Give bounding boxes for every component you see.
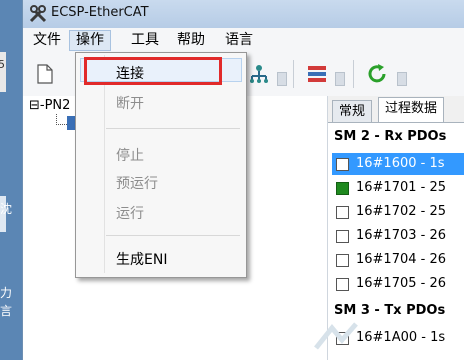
pdo-checkbox[interactable] bbox=[336, 182, 349, 195]
dropdown-arrow-icon[interactable] bbox=[397, 72, 407, 86]
pdo-row[interactable]: 16#1702 - 25 bbox=[332, 201, 464, 223]
title-bar: ECSP-EtherCAT bbox=[23, 0, 464, 28]
menu-item-run[interactable]: 运行 bbox=[116, 203, 144, 223]
pdo-checkbox[interactable] bbox=[336, 206, 349, 219]
app-tools-icon bbox=[29, 5, 47, 23]
annotation-highlight-box bbox=[84, 57, 222, 85]
pdo-label: 16#1705 - 26 bbox=[356, 276, 447, 291]
menu-language[interactable]: 语言 bbox=[219, 31, 259, 49]
desktop-text: 5 bbox=[0, 58, 5, 71]
menu-file[interactable]: 文件 bbox=[27, 31, 67, 49]
menu-gutter bbox=[104, 55, 105, 273]
pdo-label: 16#1600 - 1s bbox=[356, 156, 445, 171]
watermark-logo-icon bbox=[314, 322, 358, 350]
pdo-row[interactable]: 16#1705 - 26 bbox=[332, 273, 464, 295]
menu-item-pre-run[interactable]: 预运行 bbox=[116, 173, 158, 193]
pdo-label: 16#1704 - 26 bbox=[356, 252, 447, 267]
desktop-char: 力 bbox=[0, 286, 13, 300]
network-icon[interactable] bbox=[247, 62, 271, 86]
menu-item-disconnect[interactable]: 断开 bbox=[116, 93, 144, 113]
menu-bar: 文件 操作 工具 帮助 语言 bbox=[23, 28, 464, 53]
menu-item-generate-eni[interactable]: 生成ENI bbox=[116, 249, 167, 269]
collapse-icon[interactable]: ⊟- bbox=[29, 98, 45, 113]
pdo-checkbox[interactable] bbox=[336, 278, 349, 291]
tree-connector bbox=[56, 114, 67, 125]
pdo-checkbox[interactable] bbox=[336, 158, 349, 171]
desktop-char: 言 bbox=[0, 304, 13, 318]
window-title: ECSP-EtherCAT bbox=[51, 5, 149, 20]
new-file-icon[interactable] bbox=[33, 62, 57, 86]
menu-separator bbox=[106, 235, 240, 236]
menu-separator bbox=[106, 128, 240, 129]
pdo-row[interactable]: 16#1701 - 25 bbox=[332, 177, 464, 199]
sm2-header: SM 2 - Rx PDOs bbox=[334, 129, 447, 144]
operation-dropdown-menu: 连接 断开 停止 预运行 运行 生成ENI bbox=[75, 52, 247, 278]
pdo-label: 16#1701 - 25 bbox=[356, 180, 447, 195]
menu-help[interactable]: 帮助 bbox=[171, 31, 211, 49]
dropdown-arrow-icon[interactable] bbox=[335, 72, 345, 86]
pdo-label: 16#1702 - 25 bbox=[356, 204, 447, 219]
tree-root-label: PN2 bbox=[44, 98, 71, 113]
toolbar-separator bbox=[293, 60, 294, 88]
pdo-row[interactable]: 16#1704 - 26 bbox=[332, 249, 464, 271]
tab-process-data[interactable]: 过程数据 bbox=[378, 97, 445, 123]
menu-item-stop[interactable]: 停止 bbox=[116, 145, 144, 165]
pdo-label: 16#1703 - 26 bbox=[356, 228, 447, 243]
pdo-row[interactable]: 16#1703 - 26 bbox=[332, 225, 464, 247]
desktop-char: 沈 bbox=[0, 202, 13, 216]
dropdown-arrow-icon[interactable] bbox=[277, 72, 287, 86]
menu-tools[interactable]: 工具 bbox=[125, 31, 165, 49]
sm3-header: SM 3 - Tx PDOs bbox=[334, 303, 446, 318]
pdo-checkbox[interactable] bbox=[336, 254, 349, 267]
pdo-row[interactable]: 16#1600 - 1s bbox=[332, 153, 464, 175]
refresh-icon[interactable] bbox=[365, 62, 389, 86]
desktop-background: 5 沈 力 言 bbox=[0, 0, 24, 360]
config-icon[interactable] bbox=[305, 62, 329, 86]
toolbar-separator bbox=[353, 60, 354, 88]
pdo-checkbox[interactable] bbox=[336, 230, 349, 243]
menu-operation[interactable]: 操作 bbox=[69, 30, 111, 51]
tab-general[interactable]: 常规 bbox=[332, 100, 373, 123]
tree-root[interactable]: ⊟-PN2 bbox=[29, 98, 70, 113]
watermark bbox=[312, 318, 462, 360]
